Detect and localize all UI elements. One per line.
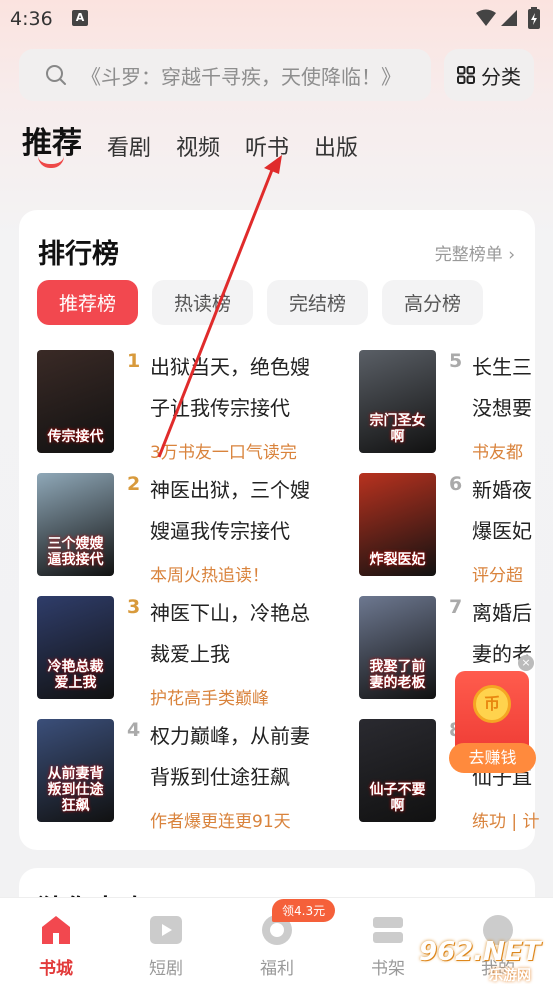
book-desc: 评分超 xyxy=(472,566,523,586)
book-rank: 3 xyxy=(127,596,141,618)
reward-float[interactable]: 币 去赚钱 × xyxy=(449,655,536,773)
close-icon[interactable]: × xyxy=(518,655,534,671)
book-item-4[interactable]: 从前妻背叛到仕途狂飙 4 权力巅峰，从前妻 背叛到仕途狂飙作者爆更连更91天 xyxy=(37,716,347,832)
book-item-1[interactable]: 传宗接代 1 出狱当天，绝色嫂 子让我传宗接代 3万书友一口气读完 xyxy=(37,347,347,463)
book-title-line1: 神医出狱，三个嫂 xyxy=(150,478,310,502)
ranking-title: 排行榜 xyxy=(38,239,119,270)
nav-shortdrama-label: 短剧 xyxy=(149,959,183,979)
book-cover-title: 冷艳总裁爱上我 xyxy=(47,659,104,691)
book-cover[interactable]: 三个嫂嫂逼我接代 xyxy=(37,473,114,576)
book-cover-title: 从前妻背叛到仕途狂飙 xyxy=(47,766,104,814)
book-item-5[interactable]: 宗门圣女啊 5 长生三没想要书友都 xyxy=(359,350,539,463)
subtab-finished[interactable]: 完结榜 xyxy=(267,280,368,325)
search-box[interactable]: 《斗罗：穿越千寻疾，天使降临！》 xyxy=(19,49,431,101)
search-icon xyxy=(46,65,66,85)
earn-button[interactable]: 去赚钱 xyxy=(449,743,536,773)
chevron-right-icon: › xyxy=(508,245,515,265)
book-cover[interactable]: 炸裂医妃 xyxy=(359,473,436,576)
book-desc: 练功 | 计 xyxy=(472,812,540,832)
book-cover[interactable]: 仙子不要啊 xyxy=(359,719,436,822)
top-tabs: 推荐 看剧 视频 听书 出版 xyxy=(22,118,383,168)
ranking-subtabs: 推荐榜 热读榜 完结榜 高分榜 xyxy=(37,280,497,325)
play-icon xyxy=(150,916,182,944)
book-rank: 7 xyxy=(449,596,463,618)
welfare-badge: 领4.3元 xyxy=(272,899,336,922)
watermark-text: 962.NET xyxy=(419,937,541,967)
book-item-3[interactable]: 冷艳总裁爱上我 3 神医下山，冷艳总 裁爱上我护花高手类巅峰 xyxy=(37,593,347,709)
book-title-line2: 裁爱上我 xyxy=(150,642,230,666)
nav-bookstore-label: 书城 xyxy=(39,959,73,979)
book-cover-title: 炸裂医妃 xyxy=(369,552,426,568)
tab-publish[interactable]: 出版 xyxy=(314,130,358,168)
book-title-line1: 新婚夜 xyxy=(472,478,532,502)
signal-icon xyxy=(501,10,517,26)
book-title-line2: 没想要 xyxy=(472,396,532,420)
book-cover[interactable]: 从前妻背叛到仕途狂飙 xyxy=(37,719,114,822)
book-cover-title: 传宗接代 xyxy=(47,429,104,445)
watermark-sub: 乐游网 xyxy=(489,968,531,984)
book-desc: 本周火热追读！ xyxy=(150,566,269,586)
status-bar: 4:36 A xyxy=(0,0,553,38)
full-list-label: 完整榜单 xyxy=(434,245,503,265)
nav-bookstore[interactable]: 书城 xyxy=(16,898,96,979)
book-title-line2: 嫂逼我传宗接代 xyxy=(150,519,290,543)
category-label: 分类 xyxy=(481,64,521,89)
book-title[interactable]: 神医出狱，三个嫂 嫂逼我传宗接代 xyxy=(150,470,335,552)
status-time: 4:36 xyxy=(10,8,53,30)
book-title[interactable]: 权力巅峰，从前妻 背叛到仕途狂飙 xyxy=(150,716,335,798)
tab-drama[interactable]: 看剧 xyxy=(107,130,151,168)
subtab-top-rated[interactable]: 高分榜 xyxy=(382,280,483,325)
subtab-hot[interactable]: 热读榜 xyxy=(152,280,253,325)
book-rank: 4 xyxy=(127,719,141,741)
book-cover-title: 我娶了前妻的老板 xyxy=(369,659,426,691)
nav-welfare-label: 福利 xyxy=(260,959,294,979)
book-title-line1: 出狱当天，绝色嫂 xyxy=(150,355,310,379)
battery-icon xyxy=(528,7,540,29)
book-desc: 3万书友一口气读完 xyxy=(150,443,297,463)
book-desc: 书友都 xyxy=(472,443,523,463)
book-desc: 护花高手类巅峰 xyxy=(150,689,269,709)
book-cover-title: 宗门圣女啊 xyxy=(369,413,426,445)
book-title[interactable]: 长生三 没想要 xyxy=(472,347,552,429)
book-cover[interactable]: 宗门圣女啊 xyxy=(359,350,436,453)
book-cover-title: 仙子不要啊 xyxy=(369,782,426,814)
book-title-line2: 背叛到仕途狂飙 xyxy=(150,765,290,789)
book-cover-title: 三个嫂嫂逼我接代 xyxy=(47,536,104,568)
book-rank: 6 xyxy=(449,473,463,495)
book-rank: 5 xyxy=(449,350,463,372)
subtab-recommend[interactable]: 推荐榜 xyxy=(37,280,138,325)
book-rank: 2 xyxy=(127,473,141,495)
book-desc: 作者爆更连更91天 xyxy=(150,812,291,832)
book-cover[interactable]: 冷艳总裁爱上我 xyxy=(37,596,114,699)
book-cover[interactable]: 传宗接代 xyxy=(37,350,114,453)
book-title[interactable]: 神医下山，冷艳总 裁爱上我 xyxy=(150,593,335,675)
book-title-line2: 爆医妃 xyxy=(472,519,532,543)
book-title-line2: 子让我传宗接代 xyxy=(150,396,290,420)
book-item-2[interactable]: 三个嫂嫂逼我接代 2 神医出狱，三个嫂 嫂逼我传宗接代本周火热追读！ xyxy=(37,470,347,586)
book-item-6[interactable]: 炸裂医妃 6 新婚夜爆医妃评分超 xyxy=(359,473,539,586)
book-rank: 1 xyxy=(127,350,141,372)
book-title[interactable]: 出狱当天，绝色嫂 子让我传宗接代 xyxy=(150,347,335,429)
book-title-line1: 神医下山，冷艳总 xyxy=(150,601,310,625)
search-placeholder: 《斗罗：穿越千寻疾，天使降临！》 xyxy=(81,64,401,89)
book-cover[interactable]: 我娶了前妻的老板 xyxy=(359,596,436,699)
nav-shortdrama[interactable]: 短剧 xyxy=(126,898,206,979)
watermark-logo: 962.NET 乐游网 xyxy=(415,937,553,984)
bookshelf-icon xyxy=(373,917,403,943)
wifi-icon xyxy=(476,9,496,26)
book-title-line1: 长生三 xyxy=(472,355,532,379)
book-title-line1: 权力巅峰，从前妻 xyxy=(150,724,310,748)
coin-icon: 币 xyxy=(473,685,511,723)
tab-recommend[interactable]: 推荐 xyxy=(22,118,82,168)
tab-audiobook[interactable]: 听书 xyxy=(245,130,289,168)
notification-icon: A xyxy=(72,10,88,26)
grid-icon xyxy=(457,66,475,84)
full-list-link[interactable]: 完整榜单 › xyxy=(435,240,515,265)
book-title[interactable]: 新婚夜 爆医妃 xyxy=(472,470,552,552)
home-icon xyxy=(42,916,70,944)
category-button[interactable]: 分类 xyxy=(444,49,534,101)
tab-video[interactable]: 视频 xyxy=(176,130,220,168)
book-title-line1: 离婚后 xyxy=(472,601,532,625)
